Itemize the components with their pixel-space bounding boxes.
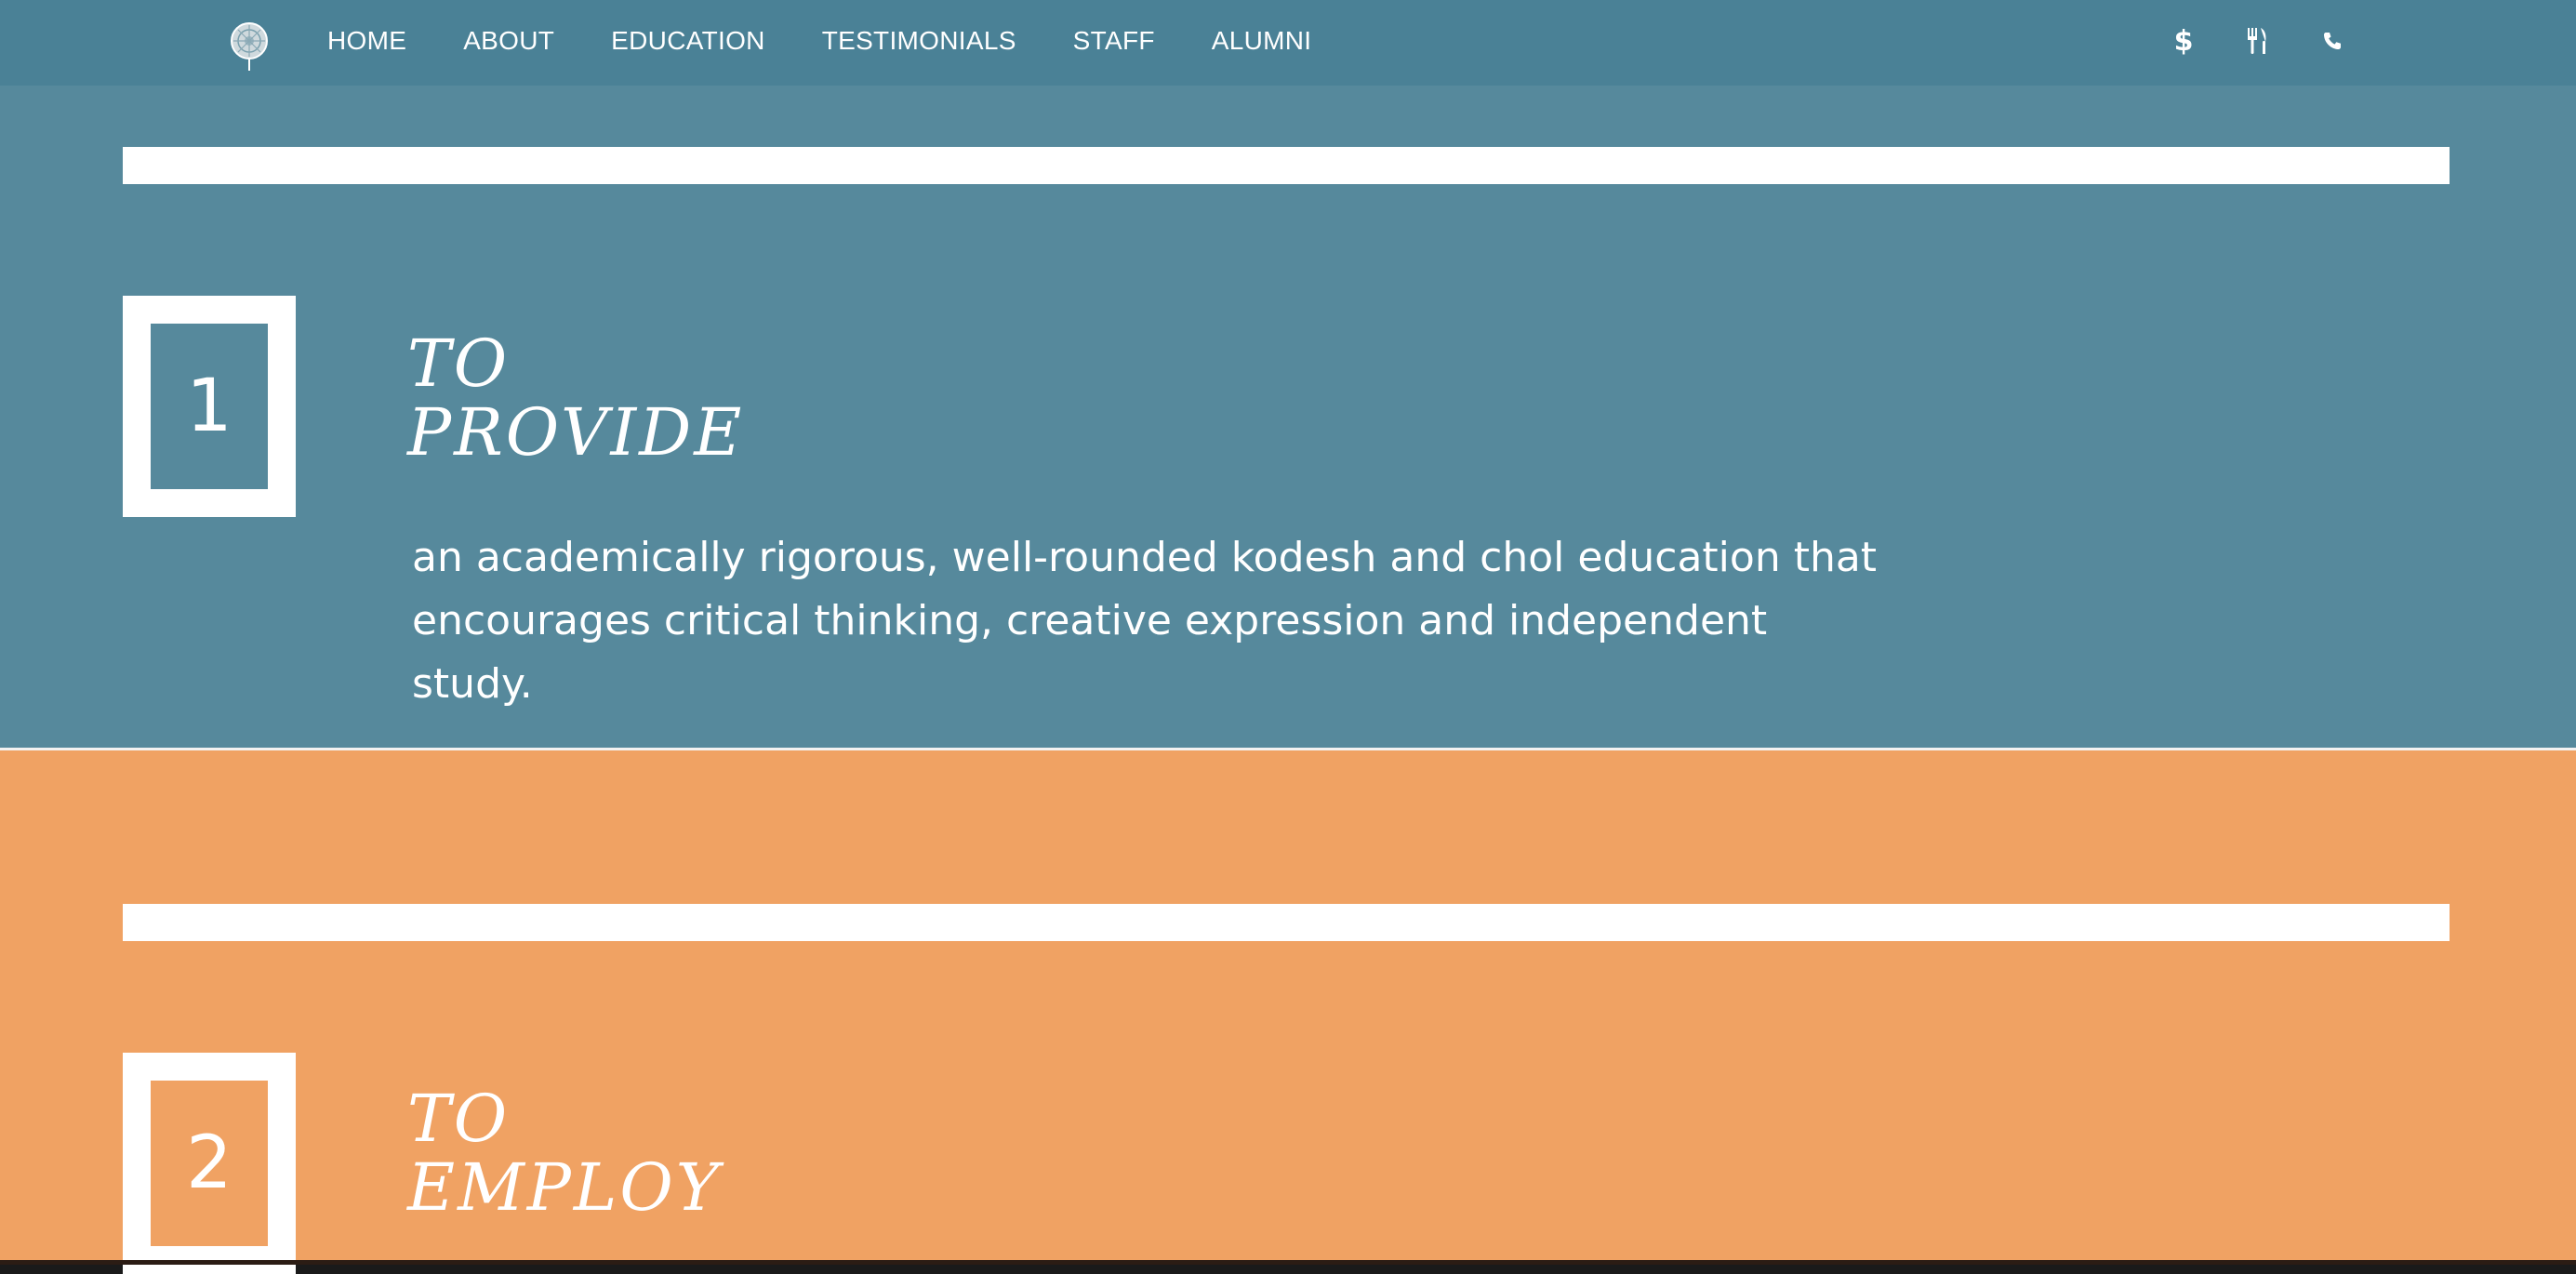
school-emblem-icon[interactable]	[227, 20, 272, 73]
section-number: 2	[151, 1081, 268, 1246]
heading-line-1: TO	[407, 325, 511, 402]
fork-knife-icon[interactable]	[2241, 24, 2275, 58]
main-nav: HOME ABOUT EDUCATION TESTIMONIALS STAFF …	[327, 0, 1311, 82]
nav-testimonials[interactable]: TESTIMONIALS	[822, 26, 1016, 56]
section-divider-bar	[123, 147, 2450, 184]
heading-line-1: TO	[407, 1081, 511, 1157]
section-heading: TO PROVIDE	[407, 329, 744, 467]
page-bottom-edge	[0, 1260, 2576, 1265]
section-description: an academically rigorous, well-rounded k…	[412, 534, 1878, 708]
nav-about[interactable]: ABOUT	[463, 26, 554, 56]
nav-staff[interactable]: STAFF	[1073, 26, 1155, 56]
mission-section-2: 2	[0, 750, 2576, 1274]
section-number: 1	[151, 324, 268, 489]
phone-icon[interactable]	[2316, 24, 2349, 58]
nav-alumni[interactable]: ALUMNI	[1212, 26, 1312, 56]
top-navbar: HOME ABOUT EDUCATION TESTIMONIALS STAFF …	[0, 0, 2576, 86]
heading-line-2: PROVIDE	[407, 394, 745, 471]
number-box: 2	[123, 1053, 296, 1274]
nav-utility-icons: $	[2167, 0, 2349, 82]
heading-line-2: EMPLOY	[407, 1149, 722, 1226]
nav-home[interactable]: HOME	[327, 26, 406, 56]
nav-education[interactable]: EDUCATION	[611, 26, 765, 56]
dollar-icon[interactable]: $	[2167, 24, 2200, 58]
mission-section-1: 1 TO PROVIDE an academically rigorous, w…	[0, 86, 2576, 748]
section-heading: TO EMPLOY	[407, 1084, 722, 1222]
number-box: 1	[123, 296, 296, 517]
section-divider-bar	[123, 904, 2450, 941]
